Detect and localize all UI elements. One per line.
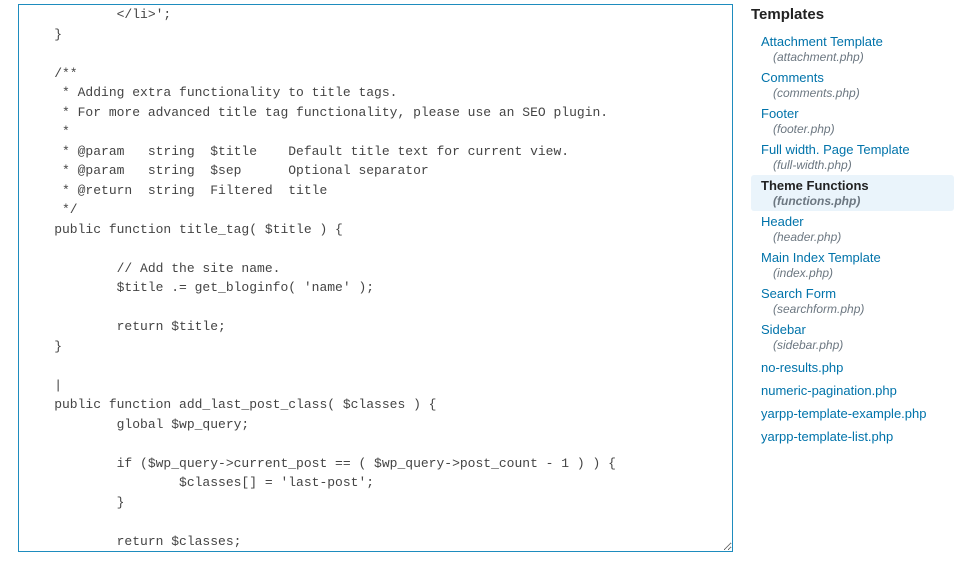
template-link[interactable]: Attachment Template: [761, 34, 883, 49]
template-list-item[interactable]: numeric-pagination.php: [751, 380, 954, 401]
template-file-list: Attachment Template(attachment.php)Comme…: [751, 31, 954, 447]
template-link[interactable]: Main Index Template: [761, 250, 881, 265]
theme-file-editor[interactable]: [18, 4, 733, 552]
template-link[interactable]: Search Form: [761, 286, 836, 301]
template-link[interactable]: Comments: [761, 70, 824, 85]
template-list-item[interactable]: Comments(comments.php): [751, 67, 954, 103]
template-list-item[interactable]: Header(header.php): [751, 211, 954, 247]
template-filename: (functions.php): [761, 194, 954, 208]
template-link[interactable]: no-results.php: [761, 360, 843, 375]
template-filename: (sidebar.php): [761, 338, 954, 352]
template-link[interactable]: yarpp-template-list.php: [761, 429, 893, 444]
template-list-item[interactable]: Theme Functions(functions.php): [751, 175, 954, 211]
template-filename: (attachment.php): [761, 50, 954, 64]
template-filename: (searchform.php): [761, 302, 954, 316]
template-list-item[interactable]: Sidebar(sidebar.php): [751, 319, 954, 355]
templates-heading: Templates: [751, 6, 954, 23]
template-filename: (full-width.php): [761, 158, 954, 172]
template-list-item[interactable]: yarpp-template-example.php: [751, 403, 954, 424]
template-list-item[interactable]: yarpp-template-list.php: [751, 426, 954, 447]
template-link[interactable]: Footer: [761, 106, 799, 121]
template-list-item[interactable]: Footer(footer.php): [751, 103, 954, 139]
template-link[interactable]: yarpp-template-example.php: [761, 406, 926, 421]
template-list-item[interactable]: Full width. Page Template(full-width.php…: [751, 139, 954, 175]
template-link[interactable]: numeric-pagination.php: [761, 383, 897, 398]
templates-sidebar: Templates Attachment Template(attachment…: [751, 4, 954, 561]
template-link[interactable]: Theme Functions: [761, 178, 869, 193]
template-filename: (comments.php): [761, 86, 954, 100]
template-filename: (index.php): [761, 266, 954, 280]
template-link[interactable]: Header: [761, 214, 804, 229]
template-link[interactable]: Sidebar: [761, 322, 806, 337]
template-filename: (footer.php): [761, 122, 954, 136]
template-filename: (header.php): [761, 230, 954, 244]
template-list-item[interactable]: no-results.php: [751, 357, 954, 378]
template-list-item[interactable]: Main Index Template(index.php): [751, 247, 954, 283]
template-link[interactable]: Full width. Page Template: [761, 142, 910, 157]
template-list-item[interactable]: Attachment Template(attachment.php): [751, 31, 954, 67]
template-list-item[interactable]: Search Form(searchform.php): [751, 283, 954, 319]
